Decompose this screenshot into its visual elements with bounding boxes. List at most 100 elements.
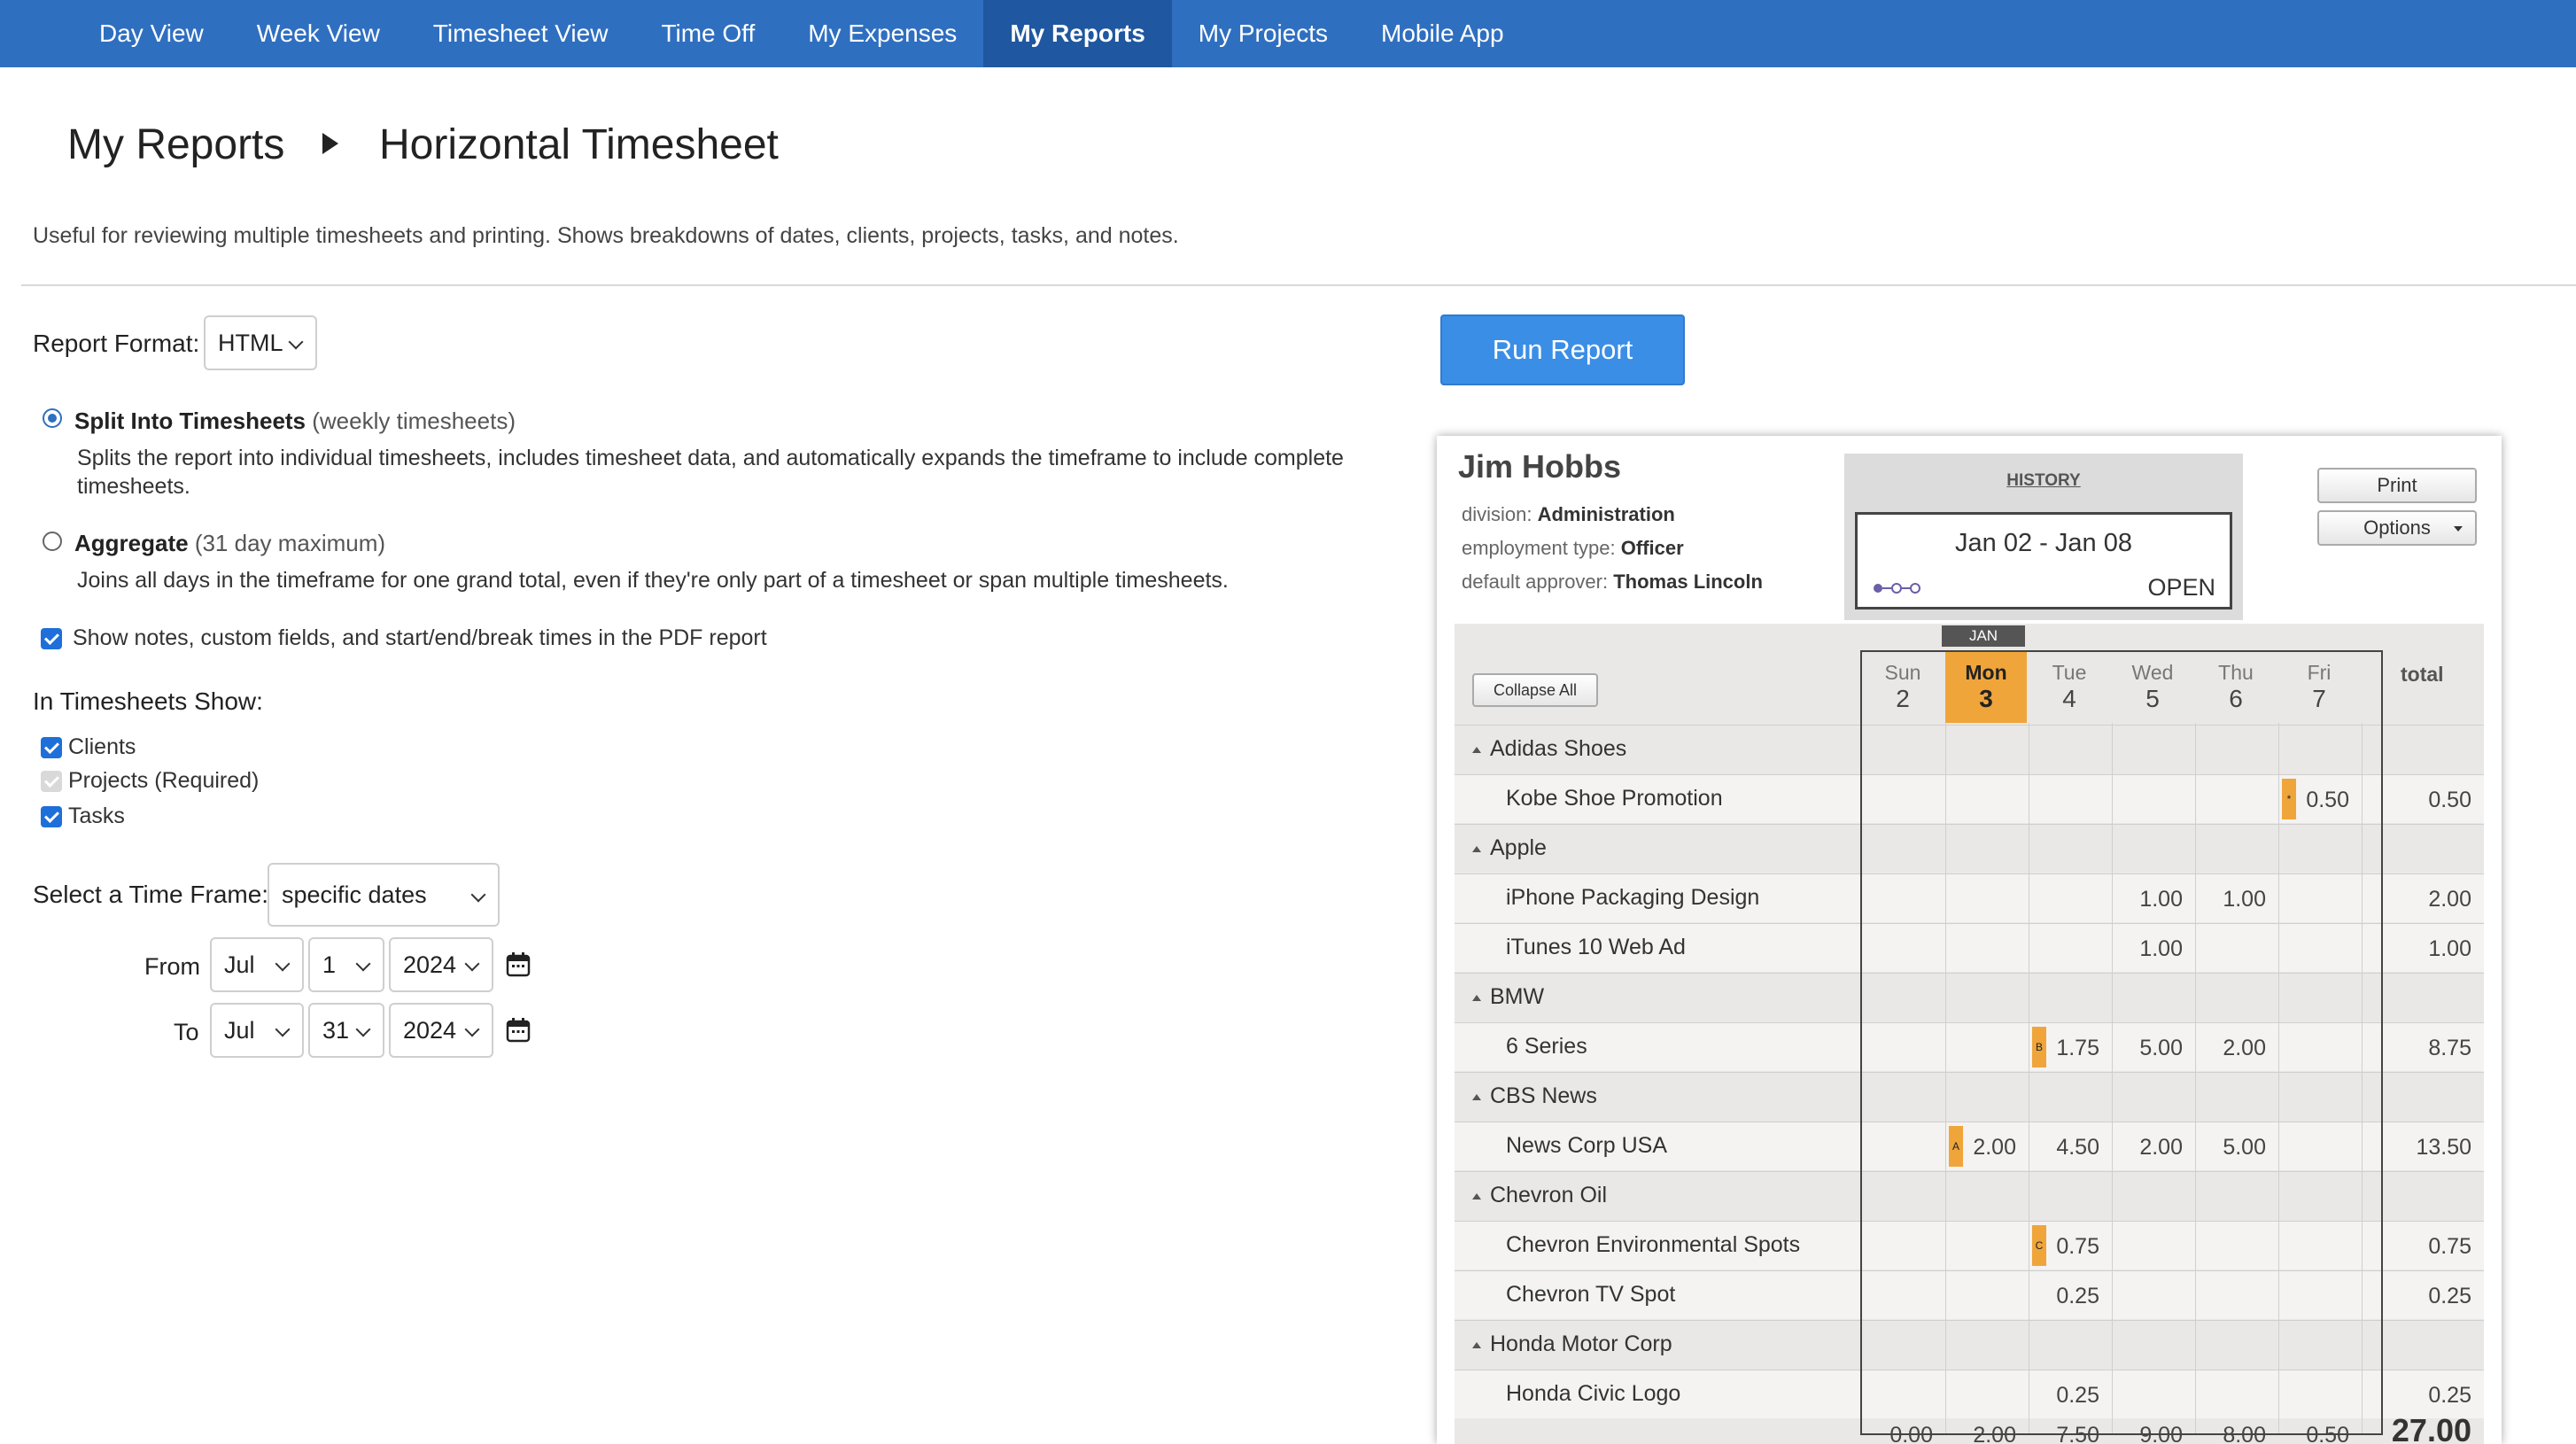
row-total: 2.00 xyxy=(2428,887,2471,912)
client-name: Adidas Shoes xyxy=(1490,736,1627,761)
employment-type-value: Officer xyxy=(1620,537,1684,559)
clients-checkbox[interactable] xyxy=(41,737,62,758)
show-notes-label: Show notes, custom fields, and start/end… xyxy=(73,625,767,650)
to-label: To xyxy=(174,1019,199,1045)
approver-line: default approver: Thomas Lincoln xyxy=(1462,571,1763,594)
to-year-select[interactable]: 2024 xyxy=(389,1003,493,1058)
division-value: Administration xyxy=(1537,503,1675,525)
run-report-button[interactable]: Run Report xyxy=(1440,314,1685,385)
grand-total: 27.00 xyxy=(2391,1412,2471,1444)
aggregate-option-label: Aggregate (31 day maximum) xyxy=(74,530,385,557)
row-total: 0.50 xyxy=(2428,788,2471,812)
to-calendar-icon[interactable] xyxy=(505,1017,531,1044)
nav-item-day-view[interactable]: Day View xyxy=(73,0,230,67)
project-name: iPhone Packaging Design xyxy=(1506,885,1760,910)
row-total: 13.50 xyxy=(2416,1135,2471,1160)
breadcrumb-parent[interactable]: My Reports xyxy=(67,120,284,169)
divider xyxy=(21,284,2576,286)
chevron-down-icon xyxy=(470,887,486,903)
from-month-select[interactable]: Jul xyxy=(210,937,304,992)
chevron-down-icon xyxy=(355,1021,371,1037)
split-desc-line-1: Splits the report into individual timesh… xyxy=(77,446,1344,470)
to-day-value: 31 xyxy=(322,1016,350,1044)
collapse-all-label: Collapse All xyxy=(1493,680,1578,699)
employment-type-label: employment type: xyxy=(1462,537,1616,559)
aggregate-radio[interactable] xyxy=(43,532,62,551)
history-link: HISTORY xyxy=(2006,471,2081,490)
project-name: 6 Series xyxy=(1506,1034,1587,1059)
to-year-value: 2024 xyxy=(403,1016,457,1044)
split-note: (weekly timesheets) xyxy=(312,408,516,434)
from-day-select[interactable]: 1 xyxy=(308,937,384,992)
chevron-down-icon xyxy=(288,334,304,350)
chevron-down-icon xyxy=(275,1021,291,1037)
projects-label: Projects (Required) xyxy=(68,768,260,793)
nav-item-my-expenses[interactable]: My Expenses xyxy=(781,0,983,67)
to-month-select[interactable]: Jul xyxy=(210,1003,304,1058)
nav-item-timesheet-view[interactable]: Timesheet View xyxy=(407,0,635,67)
project-name: Chevron Environmental Spots xyxy=(1506,1232,1801,1257)
collapse-all-button: Collapse All xyxy=(1472,673,1598,707)
from-month-value: Jul xyxy=(224,951,255,978)
column-total: 0.50 xyxy=(2306,1423,2349,1444)
top-nav: Day View Week View Timesheet View Time Off M… xyxy=(0,0,2576,67)
page-title: Horizontal Timesheet xyxy=(379,121,779,168)
time-frame-label: Select a Time Frame: xyxy=(33,881,269,908)
timesheet-preview: Jim Hobbs division: Administration emplo… xyxy=(1437,436,2502,1444)
progress-dots-icon xyxy=(1874,583,1920,594)
report-format-value: HTML xyxy=(218,329,283,356)
nav-item-my-reports[interactable]: My Reports xyxy=(983,0,1172,67)
total-column-header: total xyxy=(2401,663,2444,686)
options-label: Options xyxy=(2363,516,2431,539)
split-description: Splits the report into individual timesh… xyxy=(77,444,1406,501)
report-format-select[interactable]: HTML xyxy=(204,315,317,370)
client-name: CBS News xyxy=(1490,1083,1597,1108)
history-panel: HISTORY Jan 02 - Jan 08 OPEN xyxy=(1844,454,2243,620)
collapse-triangle-icon xyxy=(1472,1193,1481,1199)
month-tag: JAN xyxy=(1942,625,2025,647)
split-option-label: Split Into Timesheets (weekly timesheets… xyxy=(74,408,516,435)
nav-item-time-off[interactable]: Time Off xyxy=(634,0,781,67)
to-day-select[interactable]: 31 xyxy=(308,1003,384,1058)
breadcrumb-arrow-icon xyxy=(322,133,338,154)
column-totals-row: 27.00 0.00 2.00 7.50 9.00 8.00 0.50 xyxy=(1455,1412,2484,1444)
in-timesheets-label: In Timesheets Show: xyxy=(33,687,263,715)
print-button: Print xyxy=(2317,468,2477,503)
collapse-triangle-icon xyxy=(1472,1342,1481,1348)
row-total: 1.00 xyxy=(2428,936,2471,961)
from-calendar-icon[interactable] xyxy=(505,951,531,978)
nav-item-week-view[interactable]: Week View xyxy=(230,0,407,67)
period-status: OPEN xyxy=(2147,574,2215,601)
time-frame-select[interactable]: specific dates xyxy=(268,863,500,927)
project-name: News Corp USA xyxy=(1506,1133,1667,1158)
row-total: 0.75 xyxy=(2428,1234,2471,1259)
from-label: From xyxy=(144,953,200,980)
collapse-triangle-icon xyxy=(1472,747,1481,753)
collapse-triangle-icon xyxy=(1472,995,1481,1001)
approver-label: default approver: xyxy=(1462,571,1609,593)
tasks-label: Tasks xyxy=(68,804,125,828)
caret-down-icon xyxy=(2454,526,2463,532)
client-name: Apple xyxy=(1490,835,1547,860)
split-radio[interactable] xyxy=(43,408,62,428)
to-month-value: Jul xyxy=(224,1016,255,1044)
column-total: 0.00 xyxy=(1889,1423,1933,1444)
split-title: Split Into Timesheets xyxy=(74,408,306,434)
project-name: Chevron TV Spot xyxy=(1506,1282,1676,1307)
client-name: Chevron Oil xyxy=(1490,1183,1607,1207)
show-notes-checkbox[interactable] xyxy=(41,628,62,649)
projects-checkbox xyxy=(41,771,62,792)
nav-item-mobile-app[interactable]: Mobile App xyxy=(1354,0,1531,67)
employment-type-line: employment type: Officer xyxy=(1462,537,1684,560)
client-name: BMW xyxy=(1490,984,1545,1009)
aggregate-title: Aggregate xyxy=(74,530,189,556)
period-selector: Jan 02 - Jan 08 OPEN xyxy=(1855,512,2232,609)
from-year-select[interactable]: 2024 xyxy=(389,937,493,992)
time-frame-value: specific dates xyxy=(282,881,427,908)
chevron-down-icon xyxy=(355,956,371,972)
row-total: 0.25 xyxy=(2428,1284,2471,1308)
nav-item-my-projects[interactable]: My Projects xyxy=(1172,0,1354,67)
tasks-checkbox[interactable] xyxy=(41,806,62,827)
page-description: Useful for reviewing multiple timesheets… xyxy=(33,223,1179,248)
division-line: division: Administration xyxy=(1462,503,1675,526)
